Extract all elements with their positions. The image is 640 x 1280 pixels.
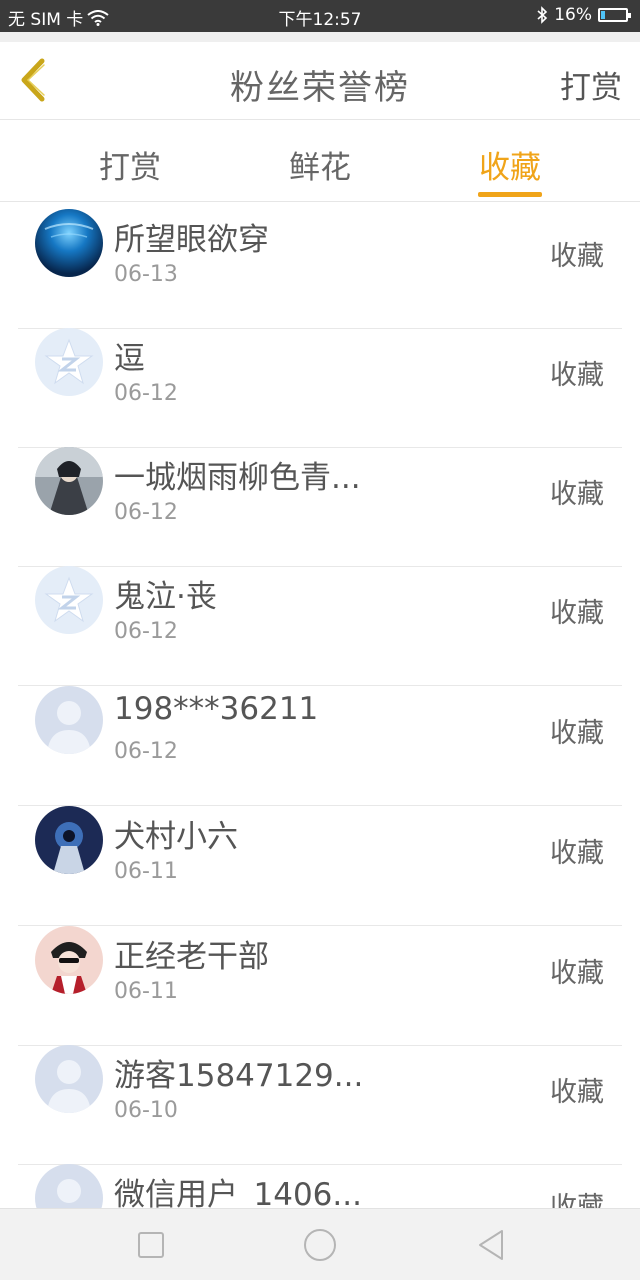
- top-nav-bar: 粉丝荣誉榜 打赏: [0, 42, 640, 120]
- circle-icon: [304, 1229, 336, 1261]
- user-name: 逗: [114, 341, 145, 377]
- favorite-date: 06-11: [114, 859, 178, 884]
- default-person-avatar: [35, 686, 103, 754]
- list-item[interactable]: 微信用户_1406... 收藏: [18, 1164, 622, 1208]
- battery-icon: [598, 8, 631, 22]
- user-name: 游客15847129...: [114, 1058, 364, 1094]
- action-label: 收藏: [550, 1077, 604, 1108]
- action-label: 收藏: [550, 958, 604, 989]
- action-label: 收藏: [550, 360, 604, 391]
- tab-reward[interactable]: 打赏: [70, 142, 190, 187]
- favorite-date: 06-10: [114, 1098, 178, 1123]
- action-label: 收藏: [550, 1192, 604, 1208]
- user-name: 鬼泣·丧: [114, 579, 217, 615]
- favorite-date: 06-12: [114, 739, 178, 764]
- reward-button[interactable]: 打赏: [560, 62, 622, 107]
- list-item[interactable]: 鬼泣·丧 06-12 收藏: [18, 566, 622, 686]
- favorite-date: 06-13: [114, 262, 178, 287]
- favorite-date: 06-12: [114, 500, 178, 525]
- ocean-avatar: [35, 209, 103, 277]
- user-name: 所望眼欲穿: [114, 222, 269, 258]
- user-name: 微信用户_1406...: [114, 1177, 362, 1208]
- anime-avatar: [35, 447, 103, 515]
- favorite-date: 06-12: [114, 619, 178, 644]
- triangle-back-icon: [479, 1230, 503, 1260]
- tab-favorites[interactable]: 收藏: [450, 142, 570, 187]
- user-name: 犬村小六: [114, 819, 238, 855]
- bluetooth-icon: [537, 6, 548, 24]
- list-item[interactable]: 犬村小六 06-11 收藏: [18, 806, 622, 926]
- square-icon: [138, 1232, 164, 1258]
- list-item[interactable]: 198***36211 06-12 收藏: [18, 686, 622, 806]
- action-label: 收藏: [550, 241, 604, 272]
- photo-avatar: [35, 926, 103, 994]
- qzone-default-avatar: [35, 566, 103, 634]
- action-label: 收藏: [550, 718, 604, 749]
- tab-bar: 打赏 鲜花 收藏: [0, 120, 640, 202]
- action-label: 收藏: [550, 598, 604, 629]
- battery-level: [601, 11, 605, 19]
- status-bar: 无 SIM 卡 下午12:57 16%: [0, 0, 640, 32]
- action-label: 收藏: [550, 479, 604, 510]
- list-item[interactable]: 正经老干部 06-11 收藏: [18, 926, 622, 1046]
- favorite-date: 06-12: [114, 381, 178, 406]
- list-item[interactable]: 一城烟雨柳色青... 06-12 收藏: [18, 447, 622, 567]
- page-title: 粉丝荣誉榜: [230, 68, 410, 108]
- system-nav-bar: [0, 1208, 640, 1280]
- home-button[interactable]: [302, 1227, 338, 1263]
- tab-flowers[interactable]: 鲜花: [260, 142, 380, 187]
- list-item[interactable]: 逗 06-12 收藏: [18, 328, 622, 448]
- dark-art-avatar: [35, 806, 103, 874]
- favorite-date: 06-11: [114, 979, 178, 1004]
- default-person-avatar: [35, 1045, 103, 1113]
- user-name: 一城烟雨柳色青...: [114, 460, 361, 496]
- default-person-avatar: [35, 1164, 103, 1208]
- active-tab-indicator: [478, 192, 542, 197]
- user-name: 正经老干部: [114, 939, 269, 975]
- recent-apps-button[interactable]: [133, 1227, 169, 1263]
- action-label: 收藏: [550, 838, 604, 869]
- fan-list[interactable]: 所望眼欲穿 06-13 收藏 逗 06-12 收藏 一城烟雨柳色青... 06-…: [0, 203, 640, 1208]
- system-back-button[interactable]: [474, 1227, 510, 1263]
- user-name: 198***36211: [114, 691, 319, 727]
- list-item[interactable]: 所望眼欲穿 06-13 收藏: [18, 209, 622, 329]
- list-item[interactable]: 游客15847129... 06-10 收藏: [18, 1045, 622, 1165]
- battery-percent: 16%: [554, 5, 592, 25]
- qzone-default-avatar: [35, 328, 103, 396]
